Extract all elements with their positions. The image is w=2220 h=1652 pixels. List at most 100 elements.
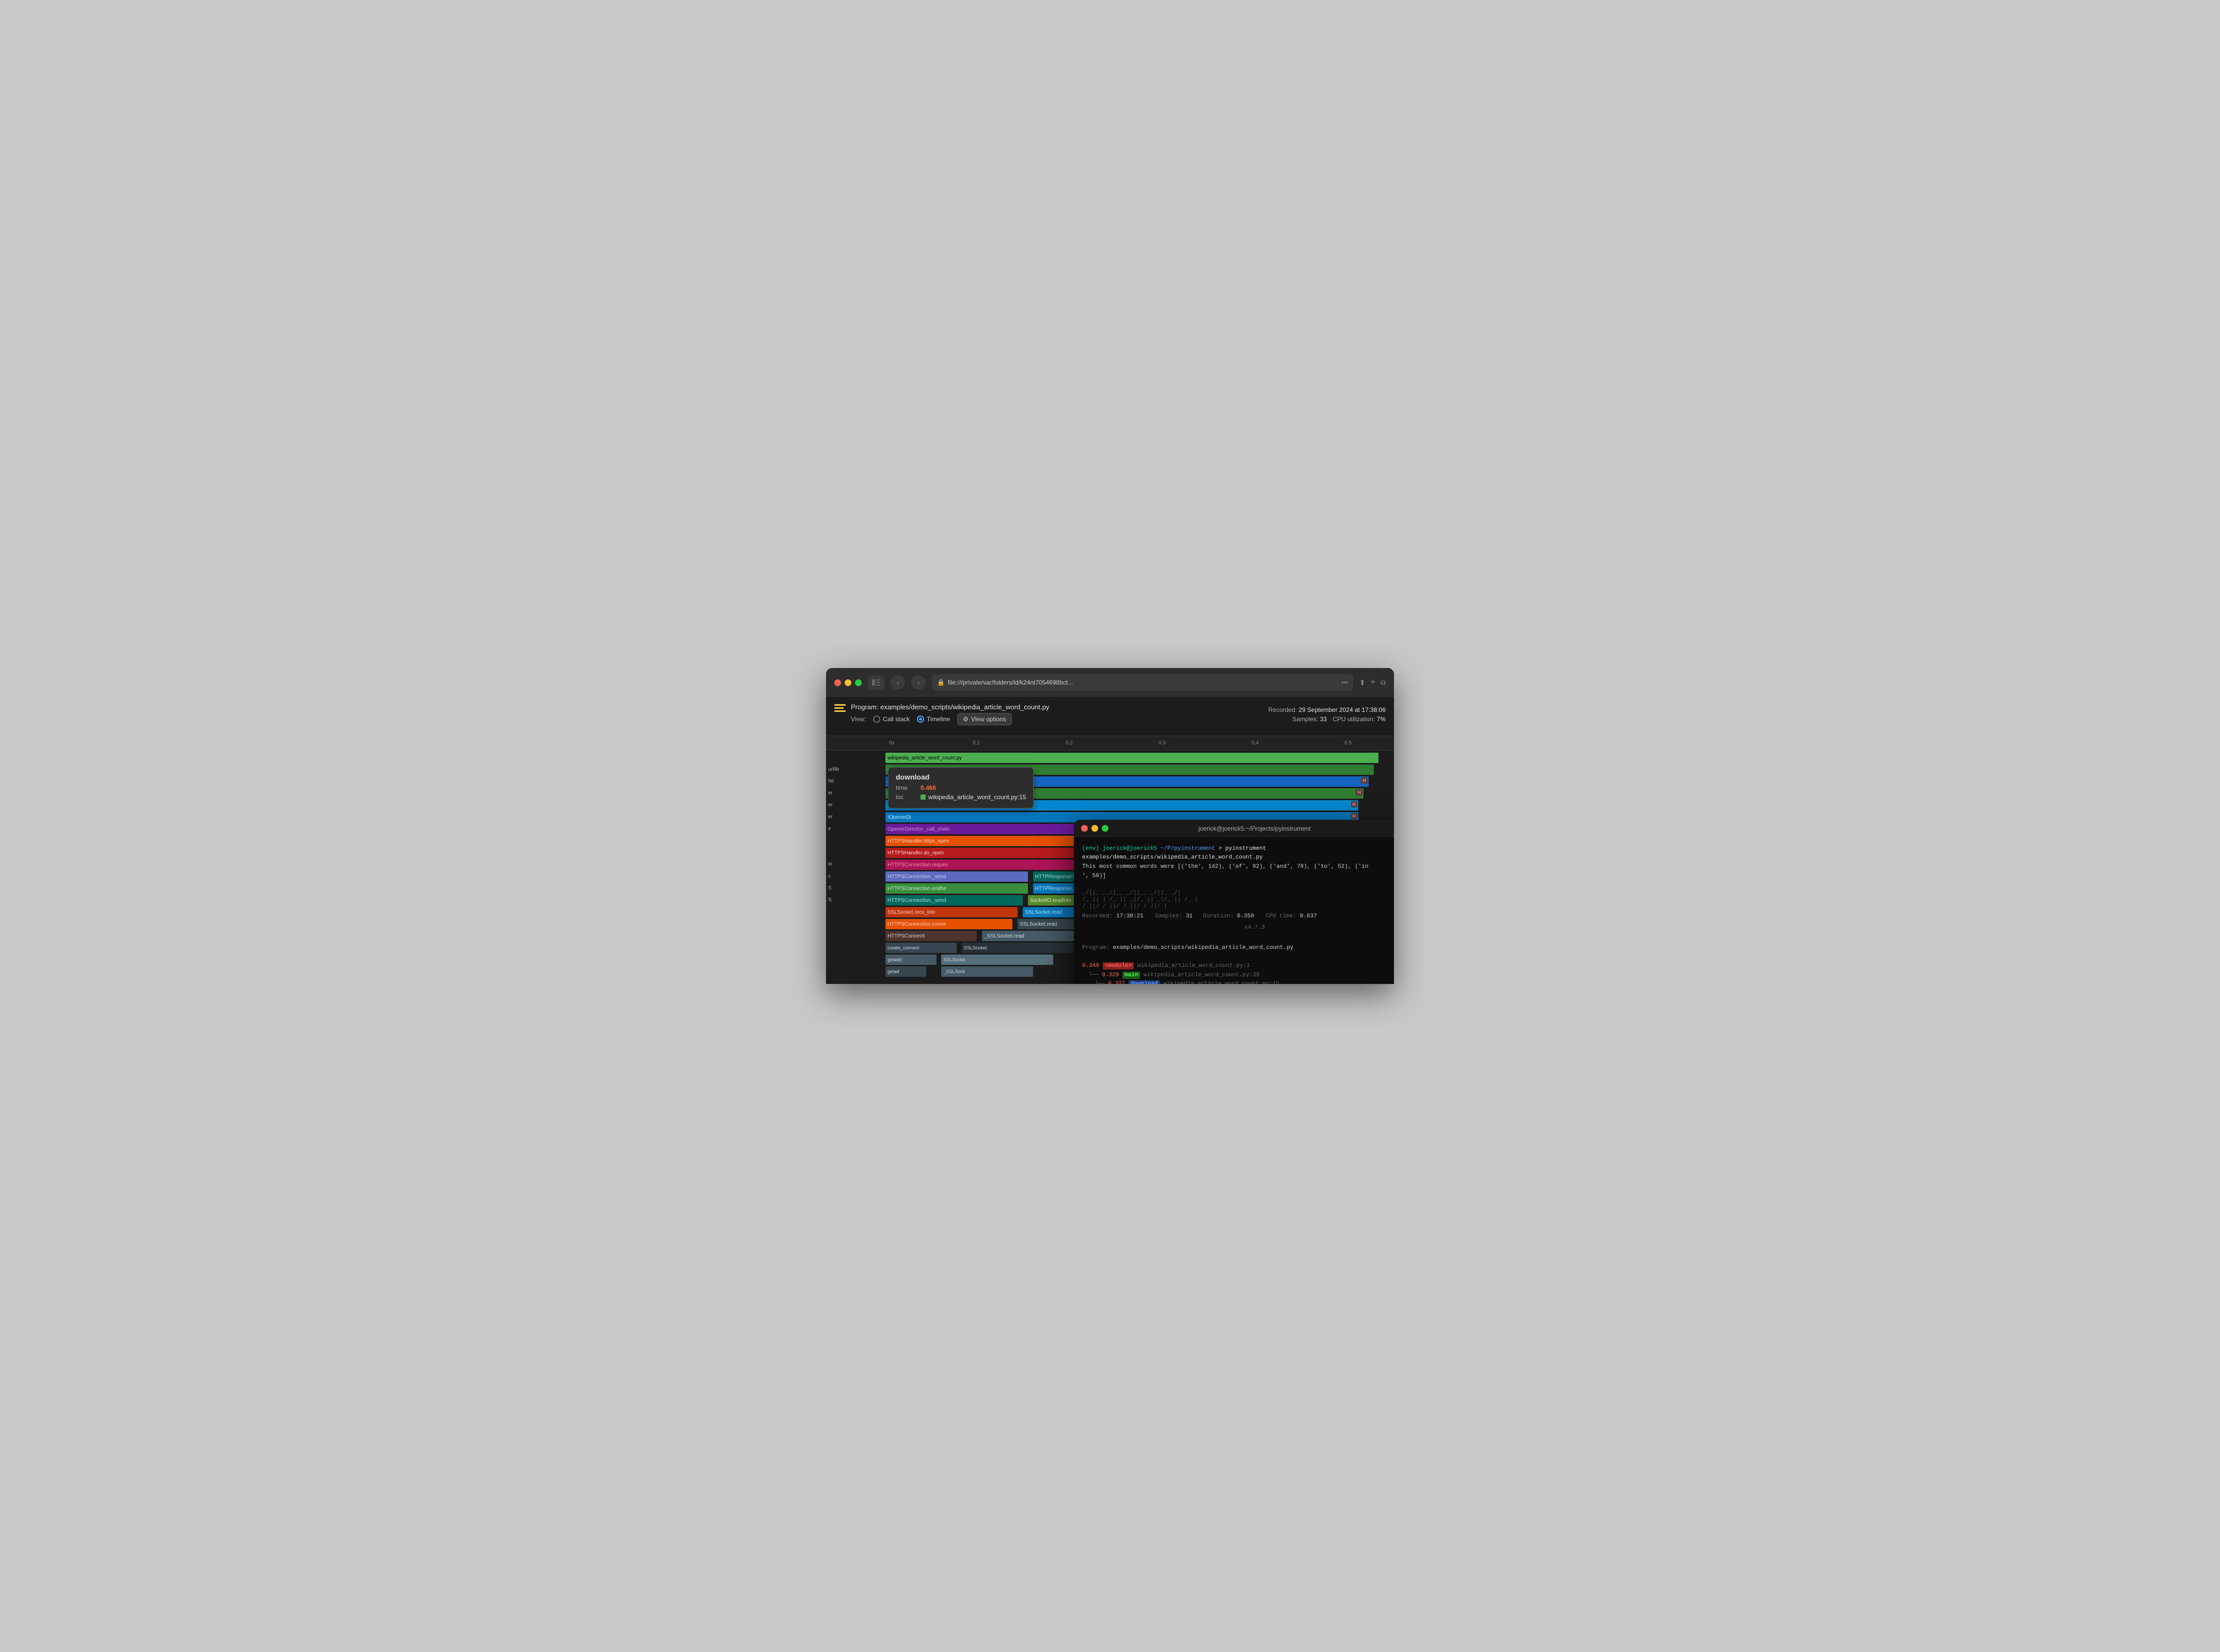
flame-bar-10a[interactable]: HTTPSConnection._send xyxy=(885,871,1028,882)
ruler-0.4: 0.4 xyxy=(1249,736,1259,746)
timeline-radio-circle xyxy=(917,716,924,723)
view-options-button[interactable]: ⚙ View options xyxy=(957,713,1012,725)
menu-line-2 xyxy=(834,707,844,709)
address-bar[interactable]: 🔒 file:///private/var/folders/ld/k24nt70… xyxy=(932,674,1353,691)
flame-label-17 xyxy=(826,955,885,966)
menu-icon[interactable] xyxy=(834,704,846,712)
flame-bar-area-0: wikipedia_article_word_count.py xyxy=(885,753,1394,764)
hidden-badge-3: H xyxy=(1356,789,1362,796)
timeline-area: 0s 0.1 0.2 0.3 0.4 0.5 wikipedia_article… xyxy=(826,736,1394,984)
copy-icon[interactable]: ⧉ xyxy=(1381,678,1386,687)
flame-label-9: H xyxy=(826,860,885,871)
ruler-0s: 0s xyxy=(887,736,895,746)
flame-row-0: wikipedia_article_word_count.py xyxy=(826,753,1394,764)
new-tab-icon[interactable]: + xyxy=(1371,678,1375,687)
terminal-maximize[interactable] xyxy=(1102,825,1108,832)
gear-icon: ⚙ xyxy=(963,716,969,723)
terminal-version: v4.7.3 xyxy=(1082,924,1394,933)
close-button[interactable] xyxy=(834,679,841,686)
terminal-output-line2: ', 50)] xyxy=(1082,872,1394,881)
flame-label-16 xyxy=(826,943,885,954)
tree-row-2: └── 0.327 download wikipedia_article_wor… xyxy=(1082,980,1394,984)
app-right: Recorded: 29 September 2024 at 17:38:06 … xyxy=(1268,706,1386,723)
timeline-label: Timeline xyxy=(927,716,950,723)
flame-bar-17a[interactable]: getadd xyxy=(885,955,937,965)
flame-bar-12a[interactable]: HTTPSConnection._send xyxy=(885,895,1023,906)
flame-label-10: c xyxy=(826,871,885,883)
app-header: Program: examples/demo_scripts/wikipedia… xyxy=(826,697,1394,736)
flame-label-2: htt xyxy=(826,776,885,788)
flame-bar-15a[interactable]: HTTPSConnecti xyxy=(885,931,977,941)
flame-label-18 xyxy=(826,966,885,978)
flame-label-0 xyxy=(826,753,885,764)
ruler-0.1: 0.1 xyxy=(971,736,980,746)
terminal-prompt-line: (env) joerick@joerick5 ~/P/pyinstrument … xyxy=(1082,845,1394,863)
flame-bar-18a[interactable]: getad xyxy=(885,966,926,977)
tooltip: download time 0.466 loc wikipedia_articl… xyxy=(888,767,1034,808)
flame-bar-16a[interactable]: create_connect xyxy=(885,943,957,953)
flame-bar-18b[interactable]: _SSLSock xyxy=(941,966,1033,977)
browser-traffic-lights xyxy=(834,679,862,686)
view-controls: View: Call stack Timeline ⚙ View options xyxy=(851,713,1049,725)
sidebar-toggle-button[interactable] xyxy=(868,675,884,690)
tooltip-time-row: time 0.466 xyxy=(896,784,1026,791)
tooltip-time-value: 0.466 xyxy=(921,784,936,791)
browser-actions: ⬆ + ⧉ xyxy=(1359,678,1386,687)
tooltip-time-label: time xyxy=(896,784,916,791)
flame-label-6: e xyxy=(826,824,885,835)
flame-bar-17b[interactable]: SSLSocke xyxy=(941,955,1053,965)
ruler-0.5: 0.5 xyxy=(1342,736,1352,746)
hidden-badge-2: H xyxy=(1361,777,1368,784)
maximize-button[interactable] xyxy=(855,679,862,686)
terminal-titlebar: joerick@joerick5:~/Projects/pyinstrument xyxy=(1074,820,1394,837)
terminal-window: joerick@joerick5:~/Projects/pyinstrument… xyxy=(1074,820,1394,984)
hidden-badge-4: H xyxy=(1351,801,1358,807)
flame-bar-13a[interactable]: SSLSocket.recv_into xyxy=(885,907,1018,917)
address-text: file:///private/var/folders/ld/k24nt7054… xyxy=(948,679,1338,686)
flame-label-3: er xyxy=(826,788,885,800)
timeline-radio[interactable]: Timeline xyxy=(917,716,950,723)
flame-label-4: er xyxy=(826,800,885,812)
minimize-button[interactable] xyxy=(845,679,851,686)
menu-line-1 xyxy=(834,704,846,706)
call-stack-radio[interactable]: Call stack xyxy=(873,716,910,723)
terminal-ascii: _/||_ __/|__ _/||__ _/||_ _/| /_ || | /_… xyxy=(1082,890,1394,911)
stats-info: Samples: 33 CPU utilization: 7% xyxy=(1268,716,1386,723)
browser-window: ‹ › 🔒 file:///private/var/folders/ld/k24… xyxy=(826,668,1394,984)
flame-label-7 xyxy=(826,836,885,847)
share-icon[interactable]: ⬆ xyxy=(1359,678,1366,687)
ruler-0.2: 0.2 xyxy=(1064,736,1073,746)
terminal-minimize[interactable] xyxy=(1091,825,1098,832)
tooltip-loc-value: wikipedia_article_word_count.py:15 xyxy=(921,793,1026,801)
terminal-close[interactable] xyxy=(1081,825,1088,832)
more-button[interactable]: ••• xyxy=(1341,679,1348,686)
flame-label-5: er xyxy=(826,812,885,823)
view-label: View: xyxy=(851,716,866,723)
timeline-ruler: 0s 0.1 0.2 0.3 0.4 0.5 xyxy=(826,736,1394,751)
flame-label-14 xyxy=(826,919,885,930)
tooltip-title: download xyxy=(896,773,1026,781)
recorded-info: Recorded: 29 September 2024 at 17:38:06 xyxy=(1268,706,1386,713)
terminal-title: joerick@joerick5:~/Projects/pyinstrument xyxy=(1198,825,1310,832)
terminal-program-line: Program: examples/demo_scripts/wikipedia… xyxy=(1082,944,1394,953)
ruler-0.3: 0.3 xyxy=(1156,736,1166,746)
tooltip-loc-label: loc xyxy=(896,793,916,801)
browser-titlebar: ‹ › 🔒 file:///private/var/folders/ld/k24… xyxy=(826,668,1394,697)
flame-bar-11a[interactable]: HTTPSConnection.endhe xyxy=(885,883,1028,894)
flame-label-13 xyxy=(826,907,885,918)
loc-indicator xyxy=(921,795,926,800)
terminal-output-line1: This most common words were [('the', 142… xyxy=(1082,863,1394,872)
tree-row-0: 0.349 <module> wikipedia_article_word_co… xyxy=(1082,962,1394,971)
flame-label-15 xyxy=(826,931,885,942)
call-stack-radio-circle xyxy=(873,716,880,723)
app-info: Program: examples/demo_scripts/wikipedia… xyxy=(851,703,1049,725)
forward-button[interactable]: › xyxy=(911,675,926,690)
app-left: Program: examples/demo_scripts/wikipedia… xyxy=(834,703,1049,725)
flame-bar-14a[interactable]: HTTPSConnection.conne xyxy=(885,919,1012,929)
program-title: Program: examples/demo_scripts/wikipedia… xyxy=(851,703,1049,711)
terminal-stats: Recorded: 17:30:21 Samples: 31 Duration:… xyxy=(1082,912,1394,922)
flame-bar-0[interactable]: wikipedia_article_word_count.py xyxy=(885,753,1378,763)
lock-icon: 🔒 xyxy=(937,679,945,686)
hidden-badge-5: H xyxy=(1351,813,1358,819)
back-button[interactable]: ‹ xyxy=(891,675,905,690)
